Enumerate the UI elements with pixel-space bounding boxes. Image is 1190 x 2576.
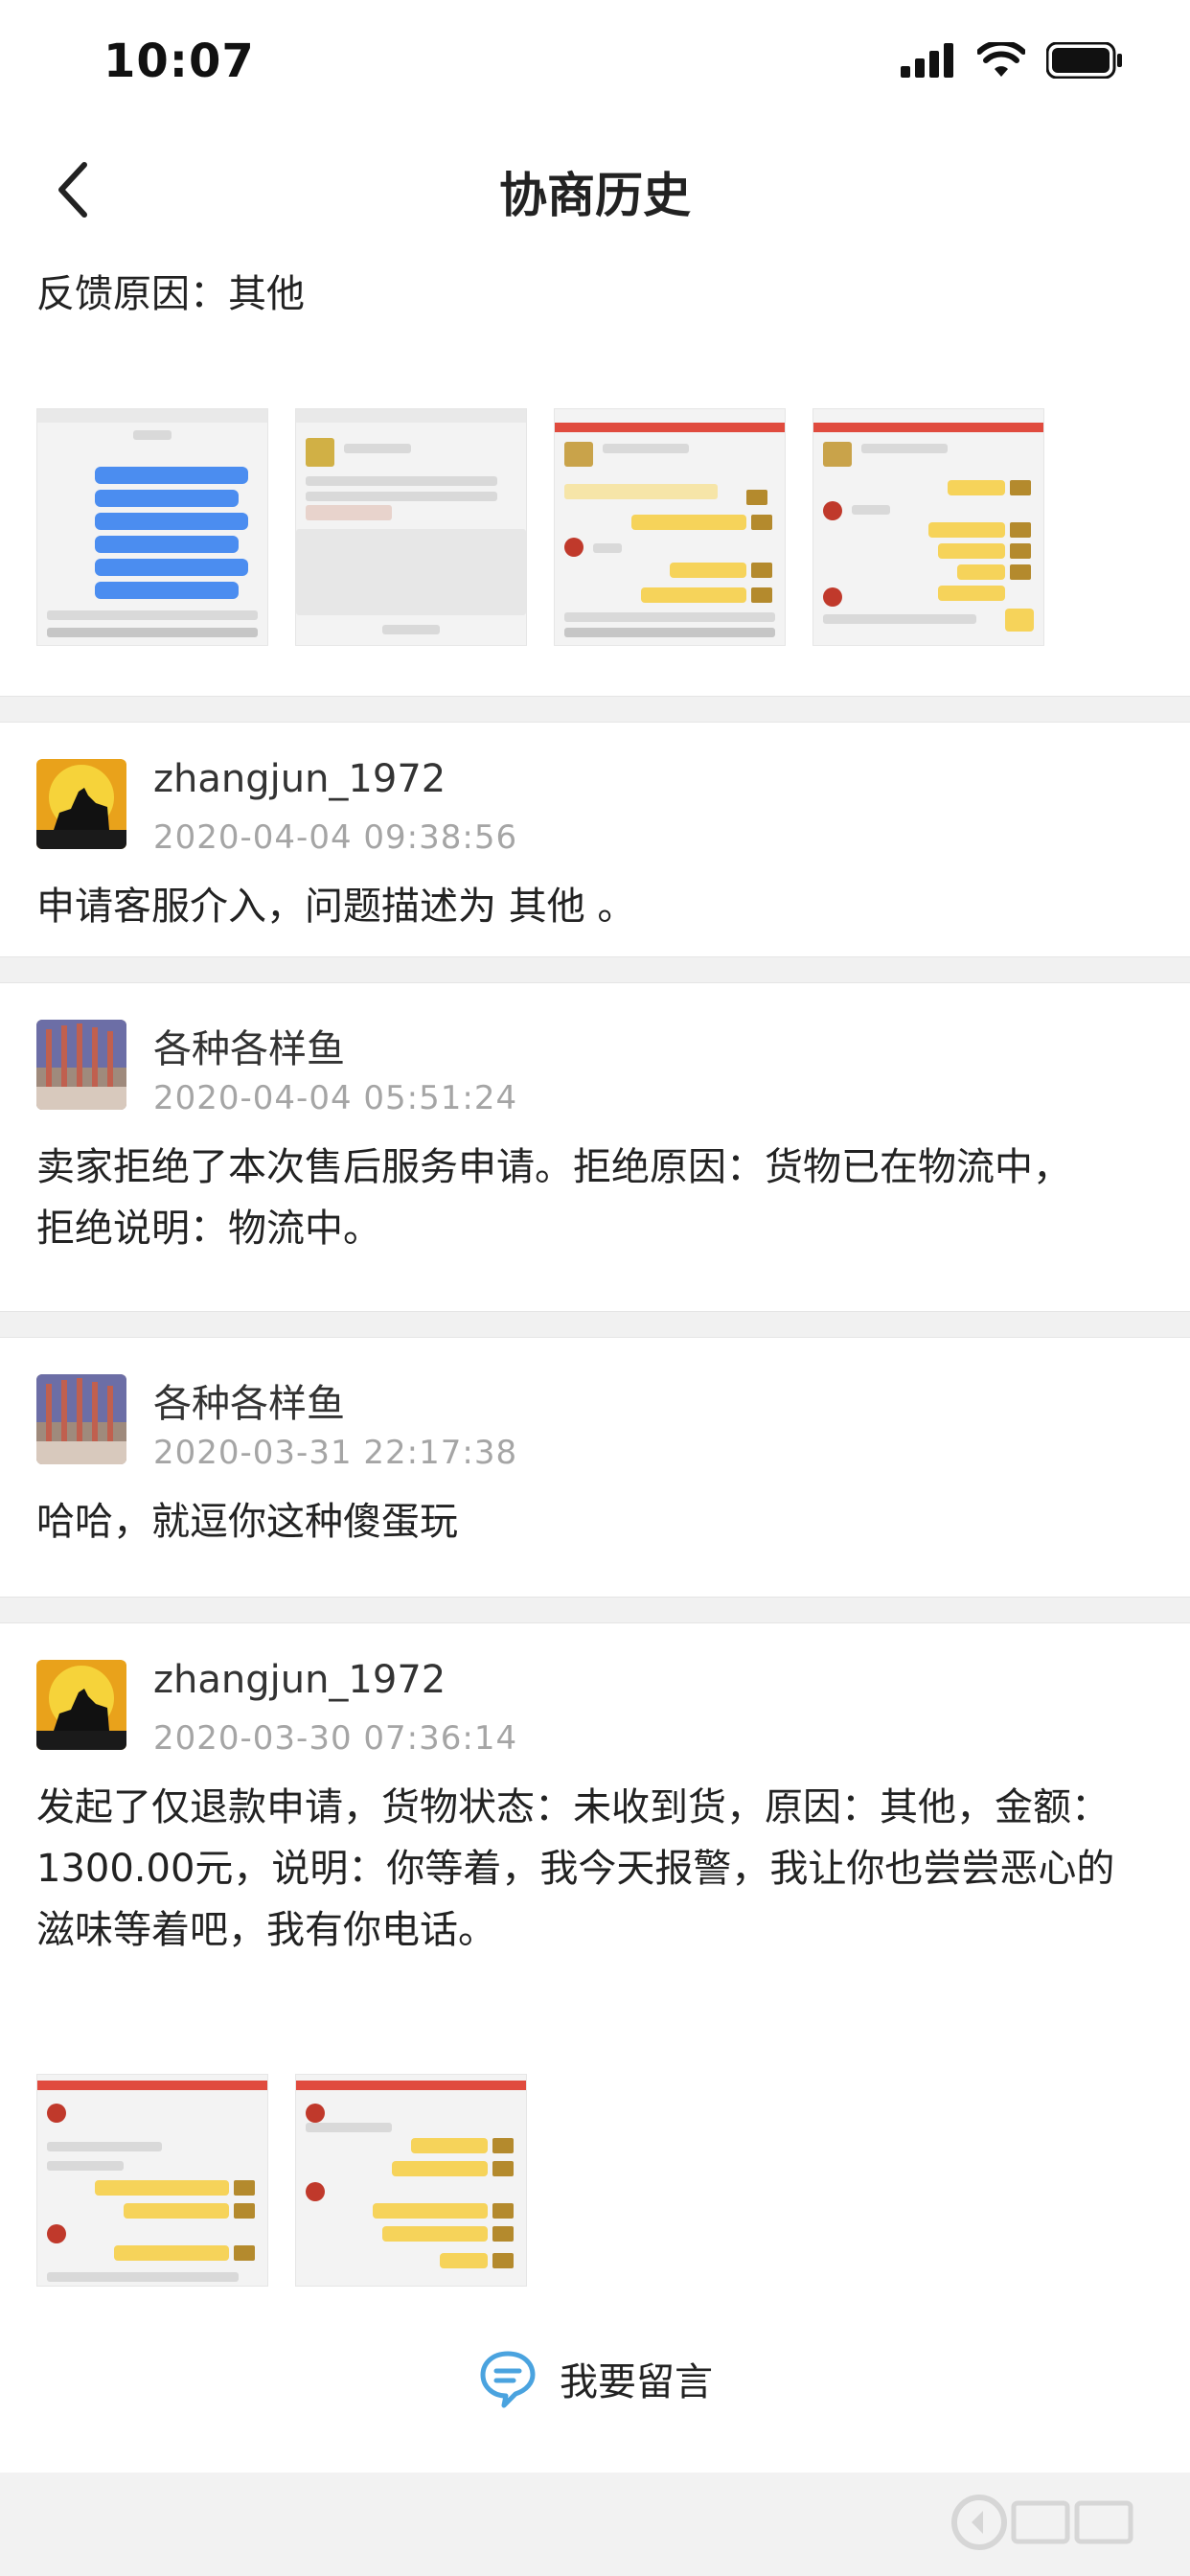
watermark-logo <box>951 2495 1133 2550</box>
user-name: zhangjun_1972 <box>153 757 446 801</box>
section-divider <box>0 1597 1190 1623</box>
timestamp: 2020-04-04 09:38:56 <box>153 818 518 857</box>
feedback-images <box>0 408 1190 646</box>
request-images <box>0 2074 1190 2287</box>
user-name: 各种各样鱼 <box>153 1382 345 1426</box>
history-entry: zhangjun_1972 2020-03-30 07:36:14 发起了仅退款… <box>0 1623 1190 1988</box>
nav-bar: 协商历史 <box>0 134 1190 249</box>
section-divider <box>0 696 1190 723</box>
user-avatar <box>36 1020 126 1110</box>
user-avatar <box>36 1374 126 1464</box>
chat-bubble-icon <box>480 2351 536 2408</box>
leave-message-button[interactable]: 我要留言 <box>0 2331 1190 2426</box>
timestamp: 2020-03-31 22:17:38 <box>153 1434 518 1472</box>
evidence-image[interactable] <box>295 2074 527 2287</box>
status-icons <box>901 42 1123 79</box>
history-entry: 各种各样鱼 2020-04-04 05:51:24 卖家拒绝了本次售后服务申请。… <box>0 983 1190 1311</box>
status-time: 10:07 <box>103 34 255 88</box>
user-avatar <box>36 1660 126 1750</box>
user-avatar <box>36 759 126 849</box>
battery-icon <box>1046 42 1122 79</box>
page-title: 协商历史 <box>499 168 691 223</box>
timestamp: 2020-03-30 07:36:14 <box>153 1719 518 1758</box>
section-divider <box>0 1311 1190 1338</box>
status-bar: 10:07 <box>0 0 1190 134</box>
wifi-icon <box>977 42 1025 77</box>
evidence-image[interactable] <box>36 408 268 646</box>
evidence-image[interactable] <box>554 408 786 646</box>
cellular-signal-icon <box>901 43 953 78</box>
evidence-image[interactable] <box>295 408 527 646</box>
timestamp: 2020-04-04 05:51:24 <box>153 1079 518 1117</box>
evidence-image[interactable] <box>36 2074 268 2287</box>
history-entry: zhangjun_1972 2020-04-04 09:38:56 申请客服介入… <box>0 723 1190 956</box>
user-name: zhangjun_1972 <box>153 1658 446 1702</box>
evidence-image[interactable] <box>812 408 1044 646</box>
leave-message-label: 我要留言 <box>560 2360 713 2404</box>
history-entry: 各种各样鱼 2020-03-31 22:17:38 哈哈，就逗你这种傻蛋玩 <box>0 1338 1190 1597</box>
negotiation-history: 反馈原因：其他 zhangjun_1972 2020-04-04 09:38:5… <box>0 251 1190 2287</box>
user-name: 各种各样鱼 <box>153 1027 345 1071</box>
feedback-reason: 反馈原因：其他 <box>36 272 305 316</box>
